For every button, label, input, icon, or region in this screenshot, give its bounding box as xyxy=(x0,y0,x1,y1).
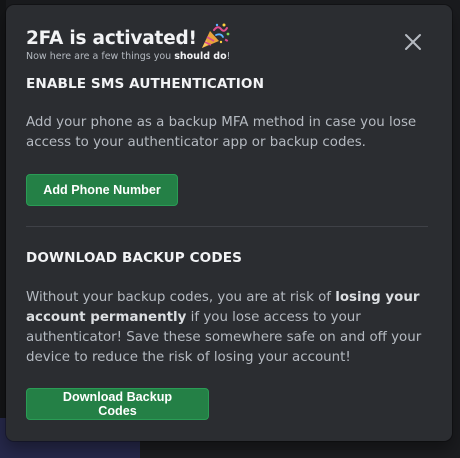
subtitle-suffix: ! xyxy=(226,51,231,62)
twofa-activated-modal: 2FA is activated! Now here are a few thi… xyxy=(6,5,452,441)
backup-section-text: Without your backup codes, you are at ri… xyxy=(26,288,426,368)
close-icon[interactable] xyxy=(404,33,422,51)
modal-subtitle: Now here are a few things you should do! xyxy=(26,51,231,63)
party-popper-icon xyxy=(201,23,230,48)
sms-section-text: Add your phone as a backup MFA method in… xyxy=(26,115,417,150)
download-backup-codes-button[interactable]: Download Backup Codes xyxy=(26,388,209,420)
backup-section: DOWNLOAD BACKUP CODES xyxy=(26,249,426,267)
title-row: 2FA is activated! xyxy=(26,23,231,51)
section-divider xyxy=(26,226,428,227)
subtitle-emphasis: should do xyxy=(174,51,227,62)
add-phone-number-button[interactable]: Add Phone Number xyxy=(26,174,178,206)
backup-section-body: Without your backup codes, you are at ri… xyxy=(26,288,426,368)
sms-section: ENABLE SMS AUTHENTICATION xyxy=(26,75,426,93)
modal-title: 2FA is activated! xyxy=(26,28,197,49)
subtitle-prefix: Now here are a few things you xyxy=(26,51,175,62)
backup-text-part1: Without your backup codes, you are at ri… xyxy=(26,290,336,305)
sms-section-body: Add your phone as a backup MFA method in… xyxy=(26,113,426,153)
backup-section-title: DOWNLOAD BACKUP CODES xyxy=(26,250,242,266)
sms-section-title: ENABLE SMS AUTHENTICATION xyxy=(26,76,265,92)
modal-header: 2FA is activated! Now here are a few thi… xyxy=(26,23,231,63)
